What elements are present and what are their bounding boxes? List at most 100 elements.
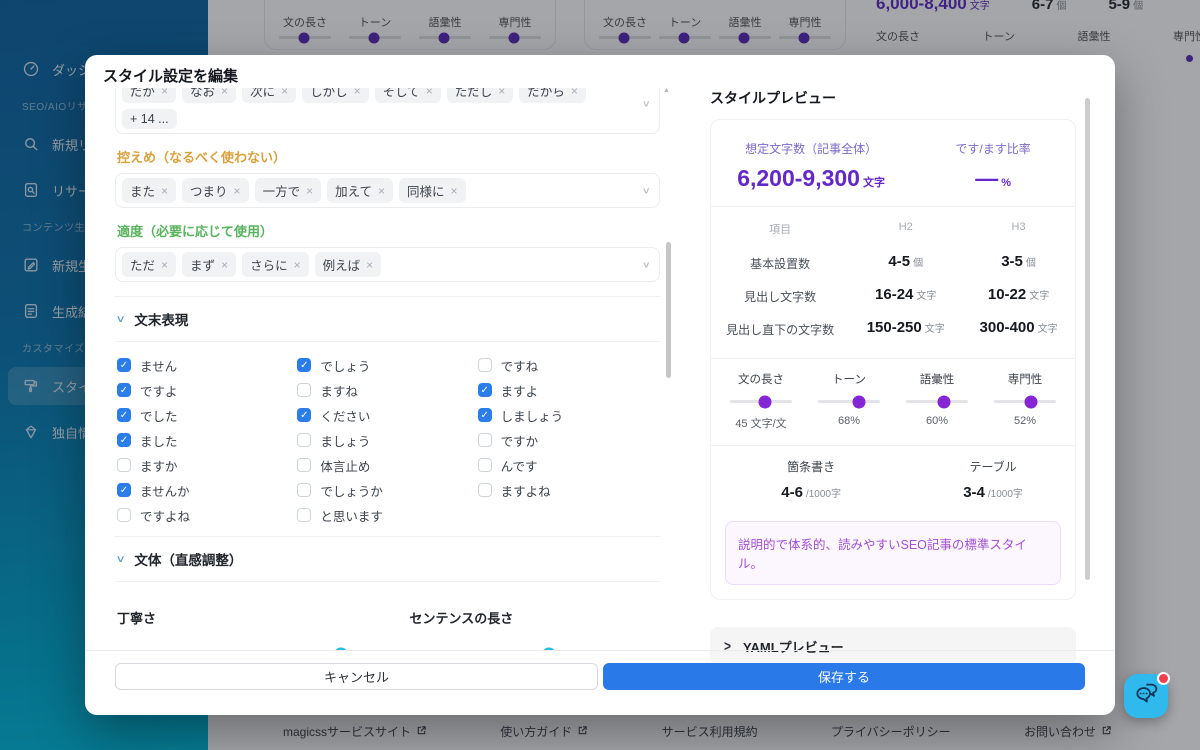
cancel-button[interactable]: キャンセル (115, 663, 598, 690)
checkbox-label: ですね (501, 356, 539, 375)
ending-checkbox[interactable]: ますね (297, 379, 477, 401)
slider-thumb[interactable] (938, 395, 951, 408)
slider-track[interactable] (818, 400, 880, 403)
ending-checkbox[interactable]: ますか (117, 454, 297, 476)
ending-checkbox[interactable]: と思います (297, 504, 477, 526)
remove-chip-icon[interactable]: × (498, 88, 505, 98)
tag-chip: 一方で× (255, 178, 322, 203)
chat-widget-button[interactable] (1124, 674, 1168, 718)
slider-track[interactable] (906, 400, 968, 403)
checkbox-unchecked-icon (117, 508, 131, 522)
ending-checkbox[interactable]: ✓でした (117, 404, 297, 426)
ending-checkbox[interactable]: ですよね (117, 504, 297, 526)
form-scrollbar[interactable] (666, 242, 671, 378)
ending-checkbox[interactable]: ですか (478, 429, 658, 451)
ending-checkbox[interactable]: ✓ですよ (117, 379, 297, 401)
preview-stat: です/ます比率—% (911, 140, 1075, 192)
slider-thumb[interactable] (852, 395, 865, 408)
checkbox-label: でしょう (320, 356, 370, 375)
more-chips-badge[interactable]: + 14 ... (122, 109, 177, 129)
conjunction-select-moderate[interactable]: ただ×まず×さらに×例えば× ∨ (115, 247, 660, 282)
table-value-cell: 3-5個 (962, 247, 1075, 280)
tag-chip-label: 次に (250, 88, 275, 100)
preview-slider: 文の長さ45 文字/文 (717, 371, 805, 431)
remove-chip-icon[interactable]: × (366, 258, 373, 272)
block-label: 箇条書き (711, 458, 911, 475)
slider-thumb[interactable] (1025, 395, 1038, 408)
checkbox-label: ませんか (140, 481, 190, 500)
remove-chip-icon[interactable]: × (161, 184, 168, 198)
preview-slider: トーン68% (805, 371, 893, 431)
modal-footer: キャンセル 保存する (85, 650, 1115, 715)
ending-checkbox[interactable]: ましょう (297, 429, 477, 451)
ending-checkbox[interactable]: ✓でしょう (297, 354, 477, 376)
ending-checkbox[interactable]: でしょうか (297, 479, 477, 501)
remove-chip-icon[interactable]: × (221, 88, 228, 98)
tag-chip: だから × (519, 88, 586, 103)
tag-chip-label: だから (527, 88, 565, 100)
ending-checkbox[interactable]: ますよね (478, 479, 658, 501)
section-title: 文末表現 (134, 309, 188, 329)
tag-chip-label: しかし (310, 88, 348, 100)
checkbox-label: でしょうか (320, 481, 383, 500)
remove-chip-icon[interactable]: × (354, 88, 361, 98)
style-preview-panel: スタイルプレビュー 想定文字数（記事全体）6,200-9,300文字です/ます比… (710, 88, 1076, 665)
preview-stat: 想定文字数（記事全体）6,200-9,300文字 (711, 140, 911, 192)
section-style-adjust[interactable]: ∨ 文体（直感調整） (115, 536, 660, 582)
ending-checkbox[interactable]: ✓ますよ (478, 379, 658, 401)
slider-label: トーン (832, 371, 866, 387)
ending-checkbox[interactable]: ✓ました (117, 429, 297, 451)
conjunction-select-sparse[interactable]: また×つまり×一方で×加えて×同様に× ∨ (115, 173, 660, 208)
remove-chip-icon[interactable]: × (451, 184, 458, 198)
ending-checkbox[interactable]: ✓ください (297, 404, 477, 426)
checkbox-checked-icon: ✓ (117, 483, 131, 497)
remove-chip-icon[interactable]: × (161, 88, 168, 98)
sentence-endings-grid: ✓ません✓でしょうですね✓ですよますね✓ますよ✓でした✓ください✓しましょう✓ま… (115, 342, 660, 536)
remove-chip-icon[interactable]: × (234, 184, 241, 198)
checkbox-label: ください (320, 406, 370, 425)
preview-title: スタイルプレビュー (710, 88, 1076, 108)
slider-track[interactable] (994, 400, 1056, 403)
remove-chip-icon[interactable]: × (378, 184, 385, 198)
table-value-cell: 4-5個 (849, 247, 962, 280)
table-header-cell: H2 (849, 217, 962, 247)
block-value: 4-6/1000字 (711, 484, 911, 501)
remove-chip-icon[interactable]: × (306, 184, 313, 198)
table-row-label: 基本設置数 (711, 247, 849, 280)
slider-track[interactable] (730, 400, 792, 403)
remove-chip-icon[interactable]: × (221, 258, 228, 272)
remove-chip-icon[interactable]: × (426, 88, 433, 98)
scroll-up-icon[interactable]: ▲ (663, 87, 670, 94)
block-value: 3-4/1000字 (911, 484, 1075, 501)
ending-checkbox[interactable]: ✓しましょう (478, 404, 658, 426)
ending-checkbox[interactable]: ですね (478, 354, 658, 376)
tag-chip-label: なお (190, 88, 215, 100)
block-label: テーブル (911, 458, 1075, 475)
ending-checkbox[interactable]: ✓ ませんか (117, 479, 297, 501)
section-sentence-endings[interactable]: ∨ 文末表現 (115, 297, 660, 342)
checkbox-label: と思います (320, 506, 383, 525)
save-button[interactable]: 保存する (603, 663, 1085, 690)
remove-chip-icon[interactable]: × (571, 88, 578, 98)
preview-scrollbar[interactable] (1085, 98, 1090, 580)
checkbox-unchecked-icon (297, 508, 311, 522)
checkbox-checked-icon: ✓ (478, 408, 492, 422)
remove-chip-icon[interactable]: × (161, 258, 168, 272)
remove-chip-icon[interactable]: × (281, 88, 288, 98)
slider-value: 45 文字/文 (735, 415, 786, 431)
chevron-down-icon: ∨ (642, 185, 651, 196)
table-row-label: 見出し文字数 (711, 280, 849, 313)
checkbox-unchecked-icon (478, 358, 492, 372)
checkbox-label: 体言止め (320, 456, 370, 475)
slider-thumb[interactable] (759, 395, 772, 408)
preview-blocks: 箇条書き 4-6/1000字テーブル 3-4/1000字 (711, 446, 1075, 509)
checkbox-label: ですよ (140, 381, 178, 400)
conjunction-select-top[interactable]: だが×なお×次に×しかし×そして×ただし×だから×+ 14 ... ∨ (115, 88, 660, 134)
ending-checkbox[interactable]: 体言止め (297, 454, 477, 476)
tag-chip: だが× (122, 88, 176, 103)
remove-chip-icon[interactable]: × (294, 258, 301, 272)
chevron-down-icon: ∨ (116, 554, 126, 565)
ending-checkbox[interactable]: んです (478, 454, 658, 476)
ending-checkbox[interactable]: ✓ません (117, 354, 297, 376)
stat-label: です/ます比率 (911, 140, 1075, 157)
